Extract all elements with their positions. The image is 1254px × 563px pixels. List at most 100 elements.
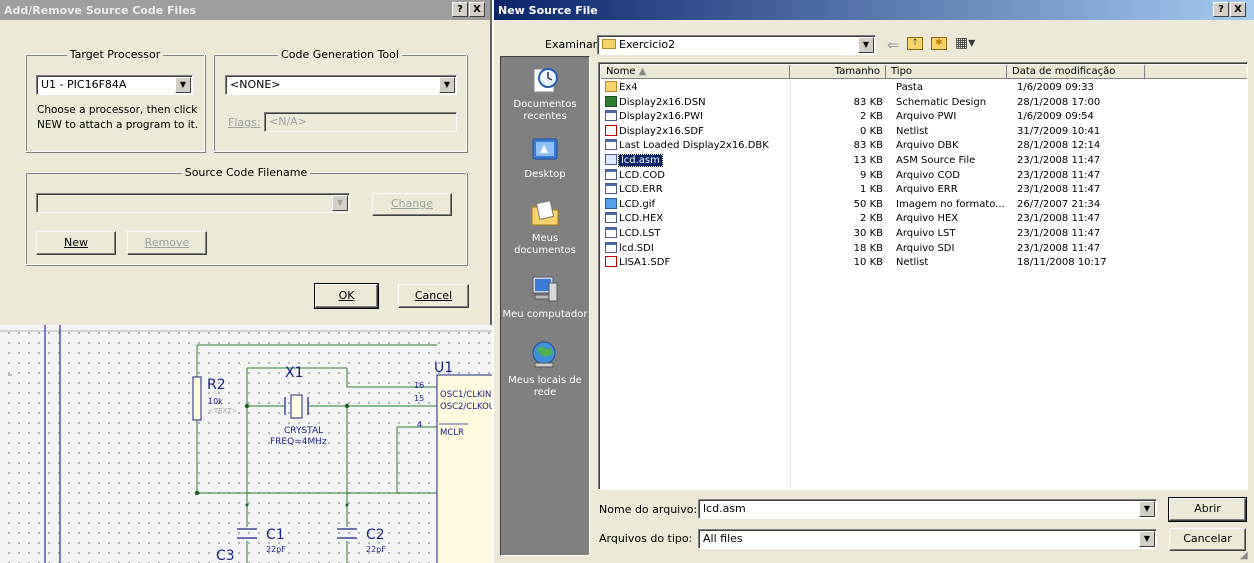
file-size: 50 KB — [853, 198, 883, 210]
image-file-icon — [605, 197, 617, 209]
doc-file-icon — [605, 139, 617, 151]
close-button[interactable]: X — [469, 2, 485, 17]
file-size — [790, 81, 883, 96]
file-type: Arquivo DBK — [896, 140, 959, 152]
place-recent[interactable]: Documentos recentes — [501, 63, 589, 123]
file-row-name[interactable]: LCD.LST — [605, 226, 789, 242]
my-documents-icon — [531, 200, 559, 226]
file-modified: 26/7/2007 21:34 — [1017, 198, 1101, 210]
u1-pin15-name: OSC2/CLKOUT — [440, 402, 492, 412]
new-folder-icon[interactable]: ✱ — [931, 37, 947, 50]
column-header-name[interactable]: Nome ▲ — [601, 65, 790, 79]
u1-pin16-num: 16 — [414, 381, 425, 390]
column-header-size[interactable]: Tamanho — [790, 65, 886, 79]
x1-part: CRYSTAL — [284, 426, 324, 436]
filename-input[interactable]: lcd.asm ▼ — [698, 499, 1157, 519]
help-button[interactable]: ? — [452, 2, 468, 17]
file-size: 83 KB — [853, 140, 883, 152]
file-row-name[interactable]: Last Loaded Display2x16.DBK — [605, 139, 789, 154]
chevron-down-icon[interactable]: ▼ — [175, 77, 191, 93]
isis-file-icon — [605, 95, 617, 107]
file-name: Ex4 — [619, 82, 638, 93]
file-row-name[interactable]: LCD.ERR — [605, 183, 789, 198]
back-icon[interactable]: ⇐ — [887, 36, 900, 54]
u1-pin16-name: OSC1/CLKIN — [440, 390, 492, 400]
place-network-label: Meus locais de rede — [508, 375, 582, 398]
close-button[interactable]: X — [1230, 2, 1246, 17]
file-size: 10 KB — [853, 257, 883, 269]
place-documents-label: Meus documentos — [514, 233, 576, 256]
file-modified: 28/1/2008 12:14 — [1017, 140, 1101, 152]
file-row-name[interactable]: LISA1.SDF — [605, 256, 789, 271]
file-modified: 23/1/2008 11:47 — [1017, 227, 1101, 239]
doc-file-icon — [605, 212, 617, 224]
dialog-title-bar: Add/Remove Source Code Files — [0, 0, 490, 20]
file-row-name[interactable]: Display2x16.SDF — [605, 124, 789, 140]
chevron-down-icon[interactable]: ▼ — [1139, 501, 1155, 517]
file-type: Arquivo SDI — [896, 242, 955, 254]
file-row-name[interactable]: LCD.gif — [605, 197, 789, 213]
file-type: Imagem no formato... — [896, 198, 1004, 210]
open-button[interactable]: Abrir — [1168, 497, 1247, 522]
file-row-name[interactable]: LCD.HEX — [605, 212, 789, 227]
column-header-filler — [1145, 65, 1247, 79]
code-tool-select[interactable]: <NONE> ▼ — [225, 75, 457, 95]
place-desktop-label: Desktop — [524, 169, 566, 180]
file-row-name[interactable]: Display2x16.PWI — [605, 110, 789, 125]
file-size: 13 KB — [853, 154, 883, 166]
filetype-label: Arquivos do tipo: — [599, 532, 693, 545]
processor-select[interactable]: U1 - PIC16F84A ▼ — [36, 75, 193, 95]
file-name: LCD.HEX — [619, 213, 664, 225]
network-places-icon — [532, 341, 556, 368]
code-tool-value: <NONE> — [230, 78, 281, 91]
file-name: LCD.COD — [619, 169, 665, 181]
file-name: Display2x16.SDF — [619, 125, 704, 137]
r2-text: <TEXT> — [208, 407, 238, 415]
cancel-button[interactable]: Cancel — [398, 284, 469, 308]
x1-ref: X1 — [285, 365, 304, 381]
place-documents[interactable]: Meus documentos — [501, 197, 589, 257]
file-type: Netlist — [896, 125, 929, 137]
cancel-button[interactable]: Cancelar — [1169, 528, 1246, 551]
view-menu-icon[interactable]: ▦▾ — [955, 36, 975, 51]
file-row-name[interactable]: lcd.SDI — [605, 241, 789, 257]
resize-grip-icon[interactable]: ◢ — [1240, 550, 1248, 561]
file-modified: 23/1/2008 11:47 — [1017, 213, 1101, 225]
schematic-canvas[interactable]: R2 10k <TEXT> X1 CRYSTAL FREQ=4MHz C1 22… — [0, 325, 492, 563]
file-name: LCD.LST — [619, 227, 661, 239]
place-network[interactable]: Meus locais de rede — [501, 339, 589, 399]
file-type: Schematic Design — [896, 96, 987, 108]
file-dialog-title-bar: New Source File — [494, 0, 1254, 20]
ok-button[interactable]: OK — [314, 283, 379, 309]
place-computer[interactable]: Meu computador — [501, 273, 589, 321]
chevron-down-icon[interactable]: ▼ — [439, 77, 455, 93]
place-desktop[interactable]: Desktop — [501, 133, 589, 181]
help-button[interactable]: ? — [1213, 2, 1229, 17]
file-type: Pasta — [896, 82, 923, 93]
up-folder-icon[interactable]: ↑ — [907, 37, 923, 50]
file-modified: 1/6/2009 09:54 — [1017, 111, 1094, 123]
new-button[interactable]: New — [36, 231, 116, 255]
file-list[interactable]: Nome ▲ Tamanho Tipo Data de modificação … — [598, 62, 1248, 490]
r2-resistor-body — [192, 376, 202, 421]
asm-file-icon — [605, 153, 617, 165]
look-in-label: Examinar: — [545, 38, 601, 51]
file-row-name[interactable]: Ex4 — [605, 81, 789, 96]
file-row-name[interactable]: lcd.asm — [605, 153, 789, 169]
netlist-file-icon — [605, 256, 617, 268]
column-header-type[interactable]: Tipo — [886, 65, 1007, 79]
chevron-down-icon[interactable]: ▼ — [1139, 531, 1155, 547]
u1-pin15-num: 15 — [414, 394, 425, 403]
filetype-select[interactable]: All files ▼ — [698, 529, 1157, 549]
column-header-modified[interactable]: Data de modificação — [1007, 65, 1145, 79]
modified-column: 1/6/2009 09:33 28/1/2008 17:00 1/6/2009 09… — [1017, 81, 1145, 271]
netlist-file-icon — [605, 124, 617, 136]
chevron-down-icon[interactable]: ▼ — [858, 37, 874, 53]
c3-ref: C3 — [216, 548, 235, 563]
file-name: lcd.asm — [618, 153, 663, 167]
look-in-select[interactable]: Exercicio2 ▼ — [597, 35, 876, 55]
file-row-name[interactable]: Display2x16.DSN — [605, 95, 789, 111]
dialog-title: Add/Remove Source Code Files — [4, 3, 197, 17]
file-type: Netlist — [896, 257, 929, 269]
file-row-name[interactable]: LCD.COD — [605, 168, 789, 184]
